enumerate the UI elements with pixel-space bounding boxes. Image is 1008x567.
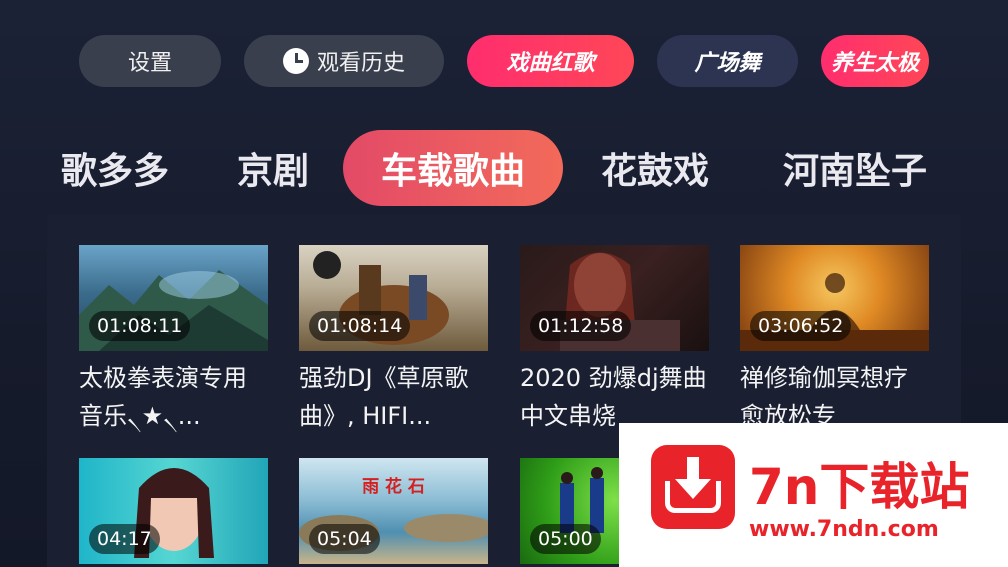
video-title: 强劲DJ《草原歌曲》, HIFI... [299,364,469,430]
thumbnail-caption: 雨 花 石 [362,477,425,497]
history-button[interactable]: 观看历史 [244,35,444,87]
opera-button[interactable]: 戏曲红歌 [467,35,634,87]
settings-button[interactable]: 设置 [79,35,221,87]
video-thumbnail: 01:08:11 [79,245,268,351]
tab-label: 歌多多 [60,151,169,192]
history-label: 观看历史 [316,51,405,76]
square-dance-button[interactable]: 广场舞 [657,35,798,87]
video-thumbnail: 01:08:14 [299,245,488,351]
tab-jingju[interactable]: 京剧 [218,130,328,206]
promo-url: www.7ndn.com [749,517,939,542]
video-thumbnail: 03:06:52 [740,245,929,351]
video-thumbnail: 01:12:58 [520,245,709,351]
duration-badge: 03:06:52 [750,311,852,341]
tab-label: 河南坠子 [782,151,927,192]
duration-badge: 01:08:11 [89,311,191,341]
promo-name: 7n下载站 [749,458,970,516]
duration-badge: 01:12:58 [530,311,632,341]
duration-badge: 05:04 [309,524,380,554]
settings-label: 设置 [127,51,172,76]
tab-label: 京剧 [236,151,309,192]
tab-label: 车载歌曲 [380,151,525,192]
duration-badge: 01:08:14 [309,311,411,341]
tab-henan-zhuizi[interactable]: 河南坠子 [765,130,945,206]
duration-badge: 04:17 [89,524,160,554]
duration-badge: 05:00 [530,524,601,554]
taiji-label: 养生太极 [830,51,919,76]
promo-banner: 7n下载站 www.7ndn.com [619,423,1008,567]
tab-car-songs[interactable]: 车载歌曲 [343,130,563,206]
video-title: 太极拳表演专用音乐৲★৲... [79,364,247,430]
download-icon [651,445,735,529]
square-dance-label: 广场舞 [694,51,761,76]
opera-label: 戏曲红歌 [506,51,595,76]
video-thumbnail: 04:17 [79,458,268,564]
video-thumbnail: 雨 花 石 05:04 [299,458,488,564]
tab-gedoduo[interactable]: 歌多多 [50,130,180,206]
tab-label: 花鼓戏 [600,151,709,192]
taiji-button[interactable]: 养生太极 [821,35,929,87]
tab-huagu[interactable]: 花鼓戏 [585,130,725,206]
clock-icon [282,48,309,74]
